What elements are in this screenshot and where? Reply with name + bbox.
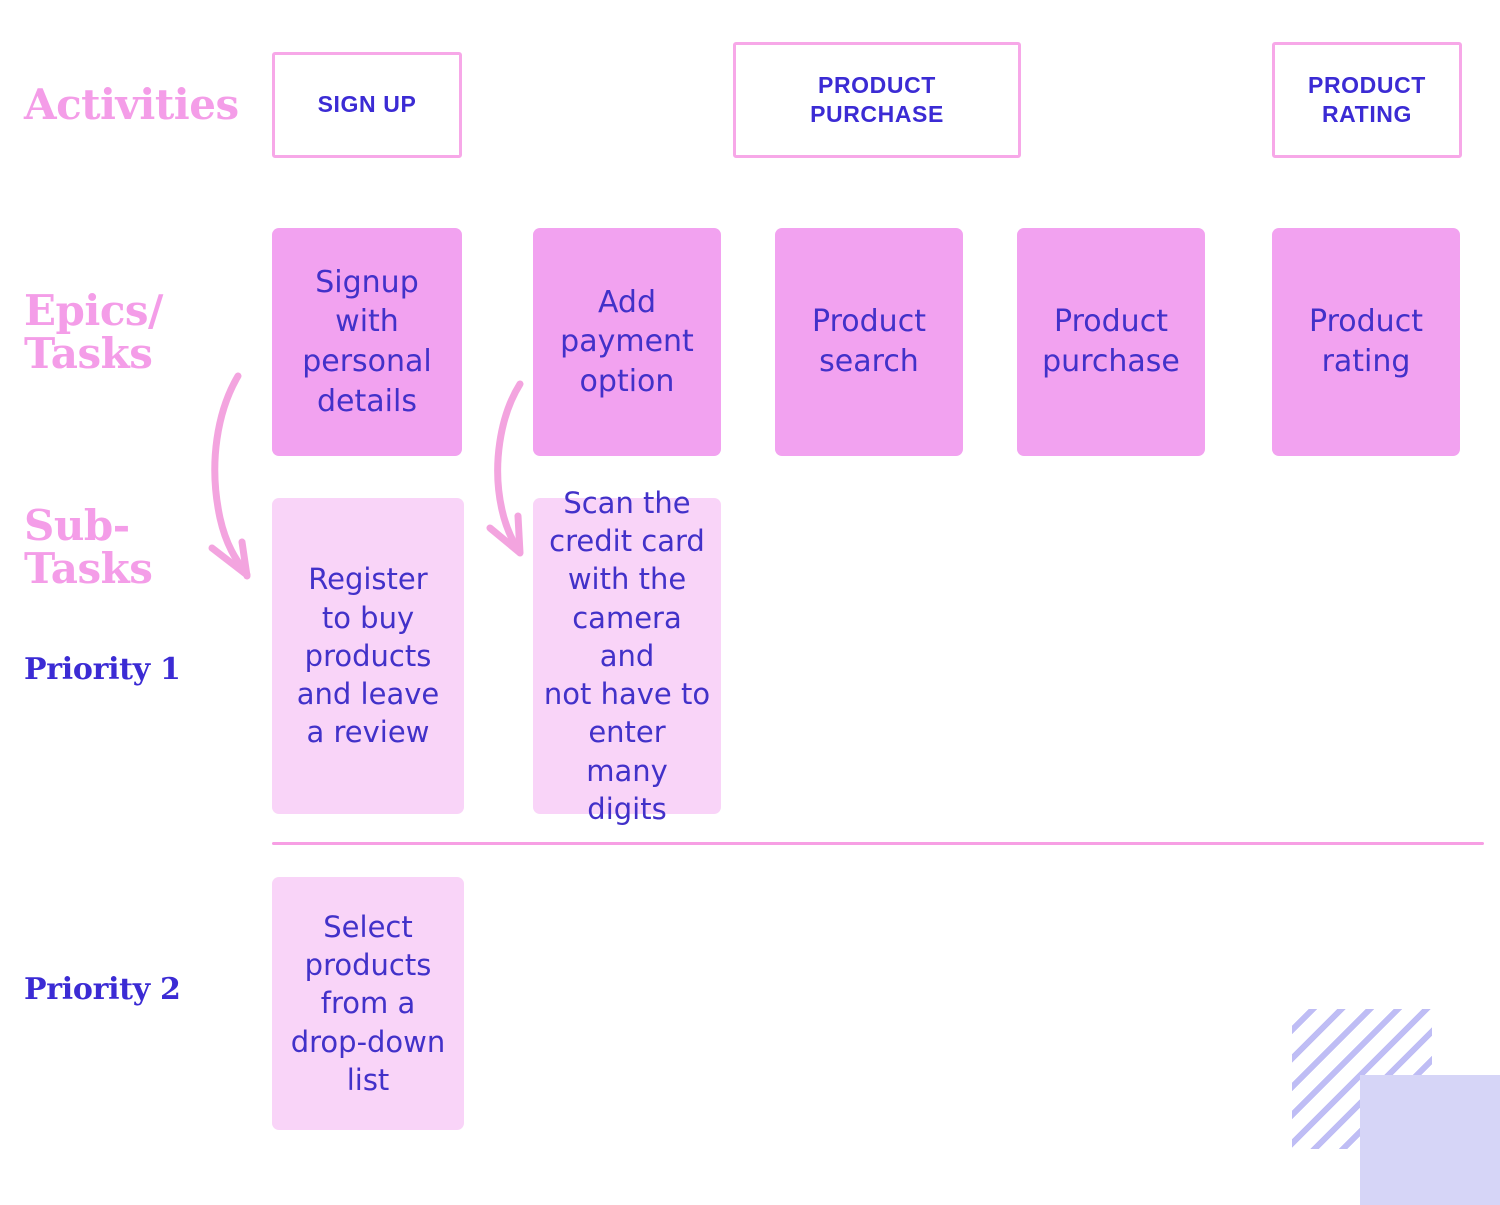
- curved-arrow-icon-payment-to-subtask: [486, 380, 524, 557]
- story-map-canvas: Activities Epics/ Tasks Sub- Tasks Prior…: [0, 0, 1500, 1205]
- activity-card-sign-up[interactable]: SIGN UP: [272, 52, 462, 158]
- row-label-epics-tasks: Epics/ Tasks: [24, 286, 163, 378]
- curved-arrow-icon-signup-to-subtask: [208, 372, 251, 580]
- priority-divider-line: [272, 842, 1484, 845]
- epic-note-product-rating[interactable]: Product rating: [1272, 228, 1460, 456]
- epic-note-product-purchase[interactable]: Product purchase: [1017, 228, 1205, 456]
- decorative-solid-square: [1360, 1075, 1500, 1205]
- subtask-note-select-products-from-dropdown[interactable]: Select products from a drop-down list: [272, 877, 464, 1130]
- row-label-sub-tasks: Sub- Tasks: [24, 501, 153, 593]
- row-label-activities: Activities: [24, 80, 239, 129]
- activity-card-product-purchase[interactable]: PRODUCT PURCHASE: [733, 42, 1021, 158]
- epic-note-product-search[interactable]: Product search: [775, 228, 963, 456]
- row-label-priority-2: Priority 2: [24, 972, 181, 1007]
- activity-card-product-rating[interactable]: PRODUCT RATING: [1272, 42, 1462, 158]
- row-label-priority-1: Priority 1: [24, 652, 181, 687]
